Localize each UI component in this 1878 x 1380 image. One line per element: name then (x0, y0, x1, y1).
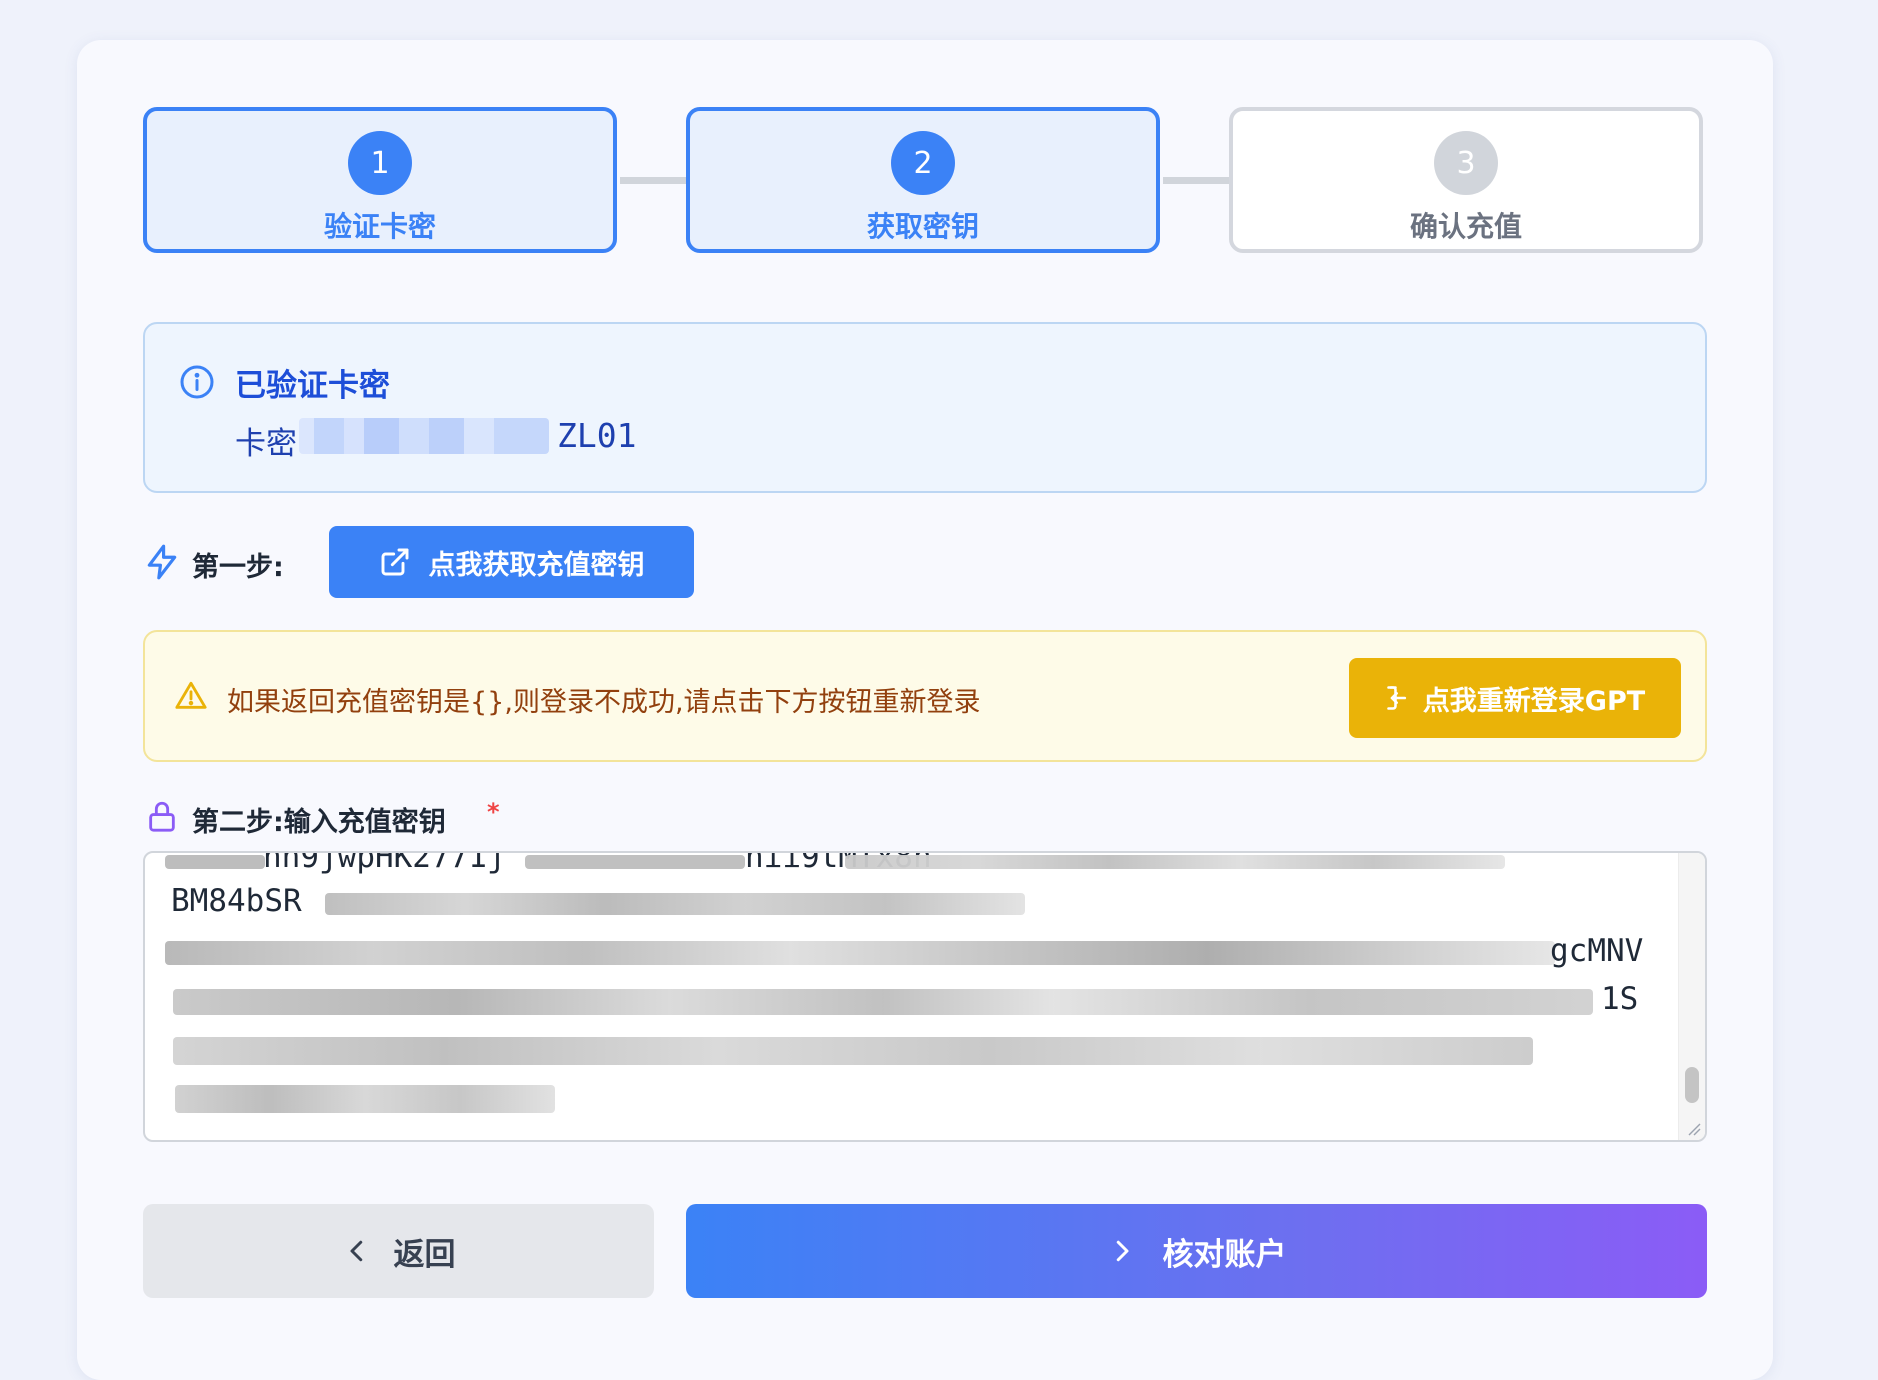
masked-card-key (299, 418, 549, 454)
info-icon (180, 365, 214, 399)
textarea-line: gcMNV (1550, 933, 1644, 969)
step-label: 获取密钥 (866, 210, 979, 243)
card-key-tail: ZL01 (557, 416, 637, 455)
redacted-text (175, 1085, 555, 1113)
redacted-text (173, 989, 1593, 1015)
redacted-text (173, 1037, 1533, 1065)
verify-account-label: 核对账户 (1162, 1236, 1287, 1273)
login-icon (1387, 686, 1406, 710)
chevron-left-icon (350, 1240, 362, 1262)
resize-handle-icon[interactable] (1687, 1122, 1701, 1136)
warning-text: 如果返回充值密钥是{},则登录不成功,请点击下方按钮重新登录 (227, 687, 981, 718)
step-connector-1 (620, 177, 686, 184)
get-recharge-key-label: 点我获取充值密钥 (428, 549, 645, 581)
step-number: 2 (891, 131, 955, 195)
step-verify-card: 1 验证卡密 (143, 107, 617, 253)
redacted-text (165, 941, 1555, 965)
login-warning: 如果返回充值密钥是{},则登录不成功,请点击下方按钮重新登录 点我重新登录GPT (143, 630, 1707, 762)
back-button[interactable]: 返回 (143, 1204, 654, 1298)
step-label: 确认充值 (1409, 210, 1522, 243)
verified-title: 已验证卡密 (235, 368, 390, 404)
scrollbar-thumb[interactable] (1685, 1067, 1699, 1103)
textarea-line: nn9jwpHK2771j (263, 851, 506, 875)
card-key-label: 卡密 (235, 426, 297, 462)
verify-account-button[interactable]: 核对账户 (686, 1204, 1707, 1298)
step-confirm-recharge: 3 确认充值 (1229, 107, 1703, 253)
step-get-key: 2 获取密钥 (686, 107, 1160, 253)
warning-icon (175, 681, 207, 709)
relogin-gpt-label: 点我重新登录GPT (1422, 685, 1646, 717)
required-mark: * (487, 798, 500, 826)
lightning-icon (147, 544, 177, 580)
step-number: 3 (1434, 131, 1498, 195)
external-link-icon (381, 548, 408, 576)
relogin-gpt-button[interactable]: 点我重新登录GPT (1349, 658, 1681, 738)
textarea-line: BM84bSR (171, 883, 302, 919)
redacted-text (325, 893, 1025, 915)
step-one-label: 第一步: (192, 552, 284, 583)
redacted-text (845, 855, 1505, 869)
redacted-text (165, 855, 265, 869)
verified-card-notice: 已验证卡密 卡密 ZL01 (143, 322, 1707, 493)
step-label: 验证卡密 (323, 210, 436, 243)
redacted-text (525, 855, 745, 869)
step-number: 1 (348, 131, 412, 195)
back-label: 返回 (393, 1236, 456, 1273)
chevron-right-icon (1116, 1240, 1128, 1262)
textarea-scrollbar[interactable] (1678, 853, 1705, 1140)
recharge-key-textarea[interactable]: nn9jwpHK2771j nii9tMTx8n BM84bSR gcMNV 1… (143, 851, 1707, 1142)
lock-icon (149, 801, 175, 832)
step-connector-2 (1163, 177, 1229, 184)
get-recharge-key-button[interactable]: 点我获取充值密钥 (329, 526, 694, 598)
textarea-line: 1S (1601, 981, 1639, 1017)
step-two-label: 第二步:输入充值密钥 (192, 807, 446, 838)
